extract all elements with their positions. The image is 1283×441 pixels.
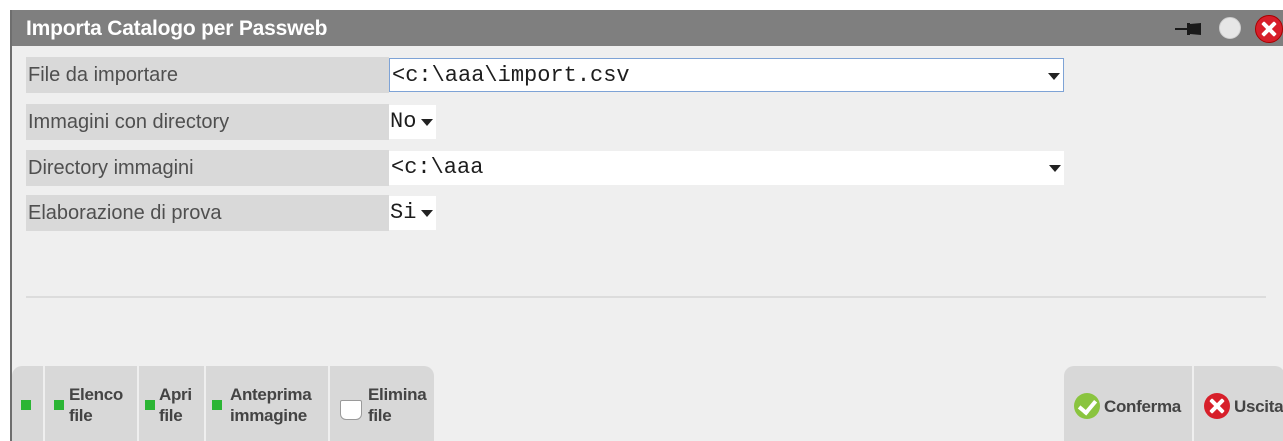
elaborazione-di-prova-select[interactable]: Si xyxy=(389,196,436,230)
elimina-file-label: Elimina file xyxy=(368,385,427,425)
green-square-icon xyxy=(54,400,64,410)
file-da-importare-input[interactable]: <c:\aaa\import.csv xyxy=(389,58,1064,92)
exit-icon xyxy=(1204,393,1230,419)
pin-icon[interactable] xyxy=(1175,22,1201,36)
directory-immagini-label: Directory immagini xyxy=(26,150,389,186)
elaborazione-di-prova-value: Si xyxy=(390,200,417,225)
anteprima-immagine-button[interactable]: Anteprima immagine xyxy=(204,366,328,441)
immagini-con-directory-value: No xyxy=(390,109,417,134)
green-square-icon xyxy=(145,400,155,410)
right-toolbar: Conferma Uscita xyxy=(1064,366,1283,441)
elaborazione-di-prova-label: Elaborazione di prova xyxy=(26,195,389,231)
elimina-file-button[interactable]: Elimina file xyxy=(328,366,436,441)
directory-immagini-input[interactable]: <c:\aaa xyxy=(389,151,1064,185)
chevron-down-icon[interactable] xyxy=(421,119,433,126)
chevron-down-icon[interactable] xyxy=(1049,165,1061,172)
elenco-file-button[interactable]: Elenco file xyxy=(43,366,137,441)
green-square-icon xyxy=(212,400,222,410)
file-da-importare-value: <c:\aaa\import.csv xyxy=(392,63,630,88)
check-icon xyxy=(1074,393,1100,419)
conferma-label: Conferma xyxy=(1104,397,1181,416)
file-da-importare-label: File da importare xyxy=(26,57,389,93)
title-bar[interactable]: Importa Catalogo per Passweb xyxy=(12,10,1283,46)
left-toolbar: Elenco file Apri file Anteprima immagine… xyxy=(12,366,434,441)
apri-file-label: Apri file xyxy=(159,385,192,425)
chevron-down-icon[interactable] xyxy=(421,210,433,217)
chevron-down-icon[interactable] xyxy=(1048,73,1060,80)
immagini-con-directory-select[interactable]: No xyxy=(389,105,436,139)
uscita-button[interactable]: Uscita xyxy=(1192,366,1283,441)
uscita-label: Uscita xyxy=(1234,397,1283,416)
blank-function-button[interactable] xyxy=(12,366,41,441)
apri-file-button[interactable]: Apri file xyxy=(137,366,204,441)
anteprima-immagine-label: Anteprima immagine xyxy=(230,385,312,425)
close-icon[interactable] xyxy=(1255,15,1283,43)
window-title: Importa Catalogo per Passweb xyxy=(26,17,328,40)
green-square-icon xyxy=(21,400,31,410)
dialog-window: Importa Catalogo per Passweb File da imp… xyxy=(10,10,1283,441)
minimize-circle-icon[interactable] xyxy=(1219,17,1241,39)
trash-icon xyxy=(340,400,362,420)
title-bar-controls xyxy=(1175,15,1283,43)
directory-immagini-value: <c:\aaa xyxy=(391,155,484,180)
conferma-button[interactable]: Conferma xyxy=(1064,366,1190,441)
immagini-con-directory-label: Immagini con directory xyxy=(26,104,389,140)
divider xyxy=(26,296,1266,298)
elenco-file-label: Elenco file xyxy=(69,385,123,425)
